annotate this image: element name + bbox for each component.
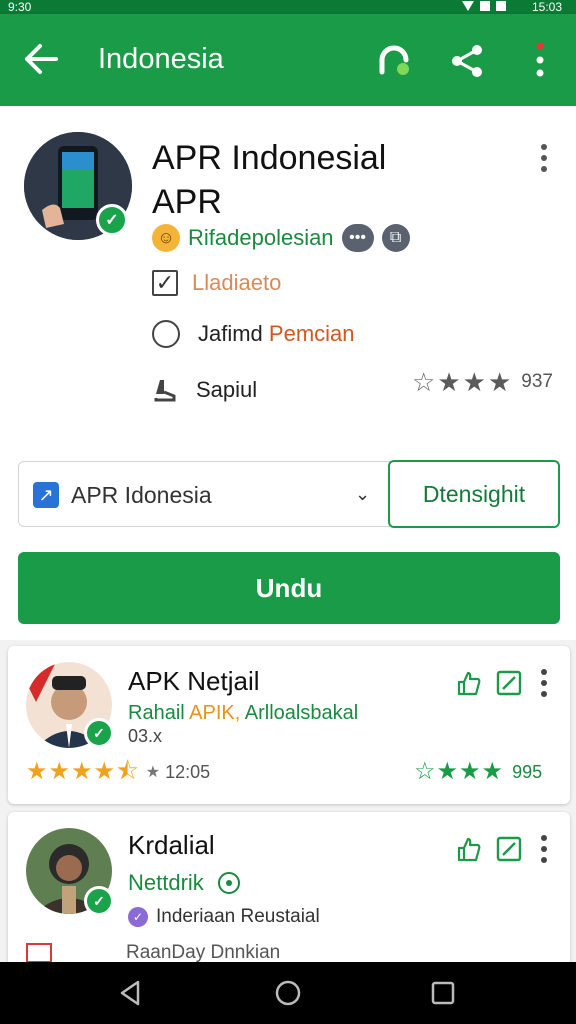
- verified-badge-icon: ✓: [96, 204, 128, 236]
- item-subtitle-text: Nettdrik: [128, 870, 204, 895]
- item-subtitle: Nettdrik: [128, 870, 240, 896]
- thumbs-up-icon[interactable]: [456, 836, 482, 862]
- radio-button[interactable]: [152, 320, 180, 348]
- item-time: 12:05: [165, 761, 211, 782]
- recents-nav-icon[interactable]: [428, 978, 458, 1008]
- radio-row[interactable]: Jafimd Pemcian: [152, 320, 355, 348]
- item-subtitle-2: APIK,: [189, 702, 241, 724]
- app-header-card: ✓ APR Indonesial APR ☺ Rifadepolesian ••…: [0, 106, 576, 640]
- battery-icon: [496, 1, 506, 11]
- star-half-icon: ⯪: [116, 758, 139, 785]
- item-tag: ✓ Inderiaan Reustaial: [128, 906, 320, 928]
- item-tag-text: Inderiaan Reustaial: [156, 906, 320, 927]
- item-title: APK Netjail: [128, 666, 260, 696]
- item-footer: RaanDay Dnnkian: [26, 942, 280, 964]
- item-subtitle-3: Arlloalsbakal: [244, 702, 359, 724]
- thumbs-up-icon[interactable]: [456, 670, 482, 696]
- signal-icon: [480, 1, 490, 11]
- translate-icon[interactable]: ⧉: [381, 224, 410, 252]
- list-item[interactable]: ✓ Krdalial Nettdrik ✓ Inderiaan Reustaia…: [8, 812, 570, 972]
- verified-badge-icon: ✓: [84, 886, 114, 916]
- radio-label-accent: Pemcian: [268, 321, 355, 346]
- share-icon[interactable]: [448, 42, 486, 80]
- details-button[interactable]: Dtensighit: [388, 460, 560, 528]
- item-subtitle: Rahail APIK, Arlloalsbakal: [128, 702, 358, 725]
- item-meta: 03.x: [128, 726, 163, 746]
- star-icon: ★: [459, 758, 481, 785]
- support-row[interactable]: Sapiul: [152, 376, 257, 404]
- support-label: Sapiul: [196, 377, 258, 402]
- back-nav-icon[interactable]: [116, 978, 146, 1008]
- home-nav-icon[interactable]: [273, 978, 303, 1008]
- wifi-icon: [462, 1, 474, 11]
- radio-label-main: Jafimd: [198, 321, 263, 346]
- edit-icon[interactable]: [496, 670, 522, 696]
- shield-icon: ✓: [128, 907, 148, 927]
- star-icon: ★: [487, 367, 512, 397]
- page-title: Indonesia: [98, 43, 224, 75]
- app-more-icon[interactable]: [534, 142, 554, 174]
- app-title: APR Indonesial APR: [152, 139, 387, 221]
- status-icons: [462, 1, 506, 11]
- list-item[interactable]: ✓ APK Netjail Rahail APIK, Arlloalsbakal…: [8, 646, 570, 804]
- star-outline-icon: ☆: [412, 367, 436, 397]
- item-more-icon[interactable]: [536, 668, 552, 698]
- chat-icon[interactable]: •••: [341, 224, 374, 252]
- support-icon: [154, 380, 176, 402]
- star-icon: ★: [93, 758, 116, 785]
- install-button[interactable]: Undu: [18, 552, 560, 624]
- checkbox[interactable]: ✓: [152, 270, 178, 296]
- star-icon: ★: [436, 758, 459, 785]
- more-vert-icon[interactable]: [528, 40, 552, 80]
- dropdown-value: APR Idonesia: [71, 482, 212, 508]
- star-outline-icon: ☆: [414, 758, 436, 785]
- arrow-icon: ↗: [33, 482, 59, 508]
- chevron-down-icon: ⌄: [355, 484, 371, 504]
- status-left: 9:30: [8, 0, 32, 14]
- footer-badge-icon: [26, 943, 52, 963]
- item-count: 995: [512, 761, 543, 782]
- developer-emoji-icon: ☺: [152, 224, 180, 252]
- item-rating-right: ☆ ★ ★ ★ 995: [414, 758, 542, 786]
- history-icon[interactable]: [376, 42, 412, 78]
- developer-name[interactable]: Rifadepolesian: [188, 225, 334, 251]
- back-arrow-icon[interactable]: [22, 42, 60, 76]
- app-rating: ☆ ★ ★ ★ 937: [412, 368, 553, 396]
- checkbox-label: Lladiaeto: [192, 270, 282, 295]
- star-icon: ★: [481, 758, 504, 785]
- item-title: Krdalial: [128, 830, 215, 860]
- item-rating: ★ ★ ★ ★ ⯪ ★ 12:05: [26, 758, 210, 786]
- rating-count: 937: [521, 371, 553, 392]
- radio-label: Jafimd Pemcian: [198, 321, 355, 347]
- edit-icon[interactable]: [496, 836, 522, 862]
- star-icon: ★: [48, 758, 71, 785]
- status-bar: 9:30 15:03: [0, 0, 576, 14]
- star-icon: ★: [437, 367, 461, 397]
- checkbox-row[interactable]: ✓ Lladiaeto: [152, 270, 281, 296]
- star-icon: ★: [71, 758, 93, 785]
- status-time: 15:03: [531, 0, 562, 14]
- app-bar: Indonesia: [0, 14, 576, 106]
- system-nav-bar: [0, 962, 576, 1024]
- item-more-icon[interactable]: [536, 834, 552, 864]
- star-icon: ★: [462, 367, 486, 397]
- item-subtitle-1: Rahail: [128, 702, 185, 724]
- verified-badge-icon: ✓: [84, 718, 114, 748]
- small-star-icon: ★: [145, 764, 161, 781]
- star-icon: ★: [26, 758, 48, 785]
- variant-dropdown[interactable]: ↗ APR Idonesia ⌄: [18, 461, 390, 527]
- developer-row: ☺ Rifadepolesian ••• ⧉: [152, 224, 410, 252]
- item-footer-text: RaanDay Dnnkian: [126, 942, 281, 963]
- target-icon: [217, 872, 240, 894]
